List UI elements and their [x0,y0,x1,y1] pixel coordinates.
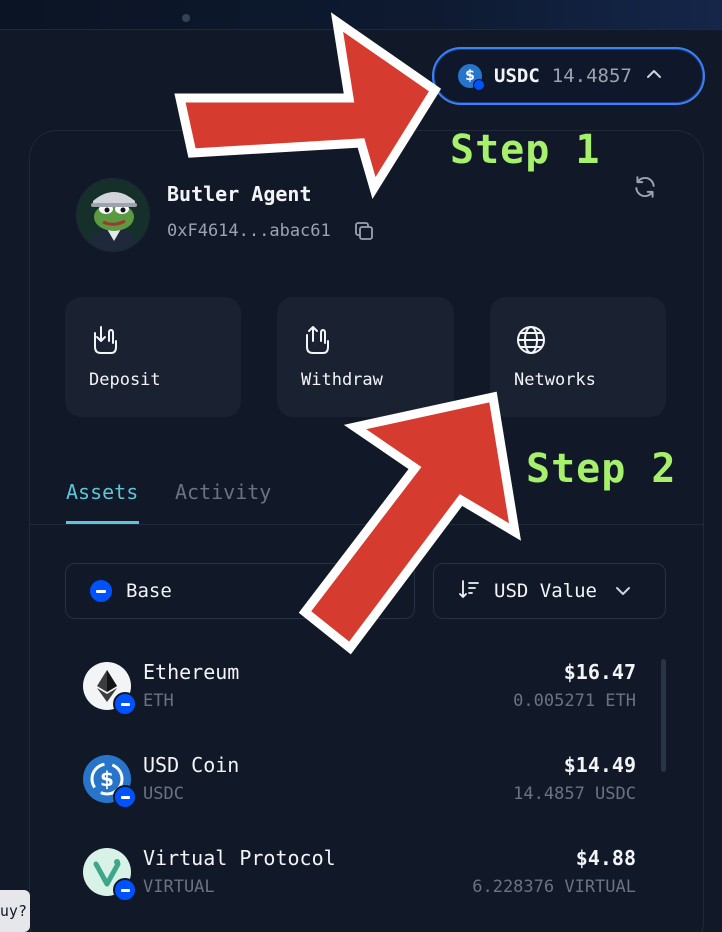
step-2-label: Step 2 [526,446,677,492]
step-2-arrow [298,391,521,655]
step-1-label: Step 1 [450,127,601,173]
page: $ USDC 14.4857 Butler Agent 0xF4614...ab… [0,0,722,932]
step-1-arrow [174,12,442,199]
